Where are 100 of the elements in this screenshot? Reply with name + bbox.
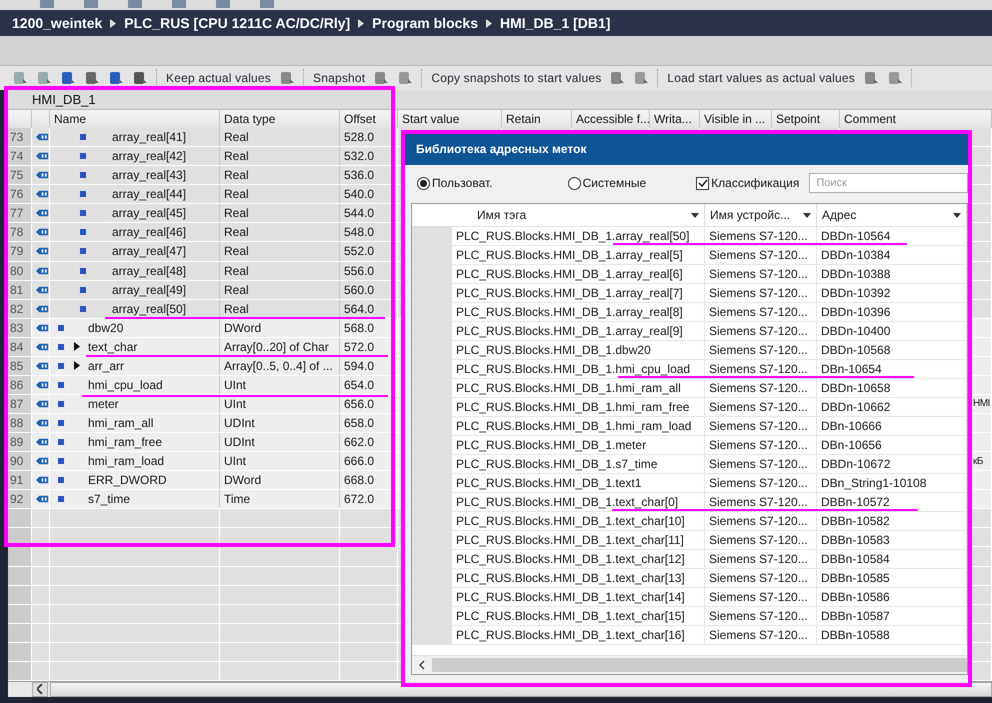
database-icon[interactable] (279, 70, 296, 86)
toolbar-button[interactable]: Load start values as actual values (667, 71, 855, 85)
member-bullet-icon (58, 344, 64, 350)
tag-name[interactable]: PLC_RUS.Blocks.HMI_DB_1.hmi_ram_all (456, 381, 681, 395)
tag-icon (36, 322, 49, 333)
database-icon[interactable] (633, 70, 650, 86)
radio-button[interactable] (568, 176, 581, 190)
checkbox[interactable] (696, 176, 710, 190)
tag-icon (36, 456, 49, 466)
tag-name[interactable]: PLC_RUS.Blocks.HMI_DB_1.hmi_ram_free (456, 400, 690, 414)
row-number: 81 (8, 280, 32, 299)
member-bullet-icon (80, 286, 86, 293)
device-name: Siemens S7-120... (709, 362, 808, 376)
tag-name[interactable]: PLC_RUS.Blocks.HMI_DB_1.text1 (456, 476, 642, 490)
breadcrumb-item[interactable]: PLC_RUS [CPU 1211C AC/DC/Rly] (124, 15, 350, 31)
chevron-left-icon (37, 684, 43, 694)
comment-text: HMI, (973, 398, 991, 410)
tag-name[interactable]: PLC_RUS.Blocks.HMI_DB_1.text_char[14] (456, 590, 685, 604)
tag-name[interactable]: PLC_RUS.Blocks.HMI_DB_1.text_char[15] (456, 609, 685, 623)
database-icon[interactable] (887, 70, 903, 86)
data-type: DWord (224, 320, 262, 335)
database-icon[interactable] (373, 70, 390, 86)
tag-name[interactable]: PLC_RUS.Blocks.HMI_DB_1.array_real[8] (456, 305, 683, 319)
expand-arrow-icon[interactable] (72, 361, 80, 370)
column-header[interactable]: Имя тэга (457, 208, 526, 222)
toolbar-button[interactable]: Copy snapshots to start values (431, 71, 602, 85)
sort-arrow-icon[interactable] (691, 212, 699, 218)
scrollbar-thumb[interactable] (432, 658, 967, 672)
data-type: Real (224, 206, 249, 220)
tag-name[interactable]: PLC_RUS.Blocks.HMI_DB_1.dbw20 (456, 343, 651, 357)
tag-address: DBDn-10658 (821, 381, 890, 395)
row-number: 82 (8, 300, 32, 318)
device-name: Siemens S7-120... (709, 628, 808, 642)
variable-name: text_char (88, 340, 138, 354)
radio-button[interactable] (417, 176, 430, 190)
scroll-left-button[interactable] (32, 682, 48, 697)
tag-name[interactable]: PLC_RUS.Blocks.HMI_DB_1.text_char[12] (456, 552, 685, 566)
tag-name[interactable]: PLC_RUS.Blocks.HMI_DB_1.array_real[50] (456, 229, 690, 243)
device-name: Siemens S7-120... (709, 400, 808, 414)
chevron-right-icon (486, 18, 492, 28)
expand-arrow-icon[interactable] (72, 342, 80, 352)
member-bullet-icon (58, 324, 64, 331)
tag-name[interactable]: PLC_RUS.Blocks.HMI_DB_1.array_real[5] (456, 248, 683, 262)
toolbar-icon[interactable] (12, 70, 28, 86)
toolbar-icon[interactable] (84, 70, 100, 86)
toolbar-icon[interactable] (132, 70, 148, 86)
database-icon[interactable] (609, 70, 626, 86)
database-icon[interactable] (863, 70, 879, 86)
variable-name: hmi_ram_free (88, 435, 162, 450)
column-header[interactable]: Имя устройс... (710, 208, 790, 222)
member-bullet-icon (58, 420, 64, 426)
toolbar-icon[interactable] (60, 70, 76, 86)
device-name: Siemens S7-120... (709, 552, 808, 566)
tag-address: DBDn-10396 (821, 305, 890, 319)
toolbar-icon[interactable] (108, 70, 124, 86)
tag-name[interactable]: PLC_RUS.Blocks.HMI_DB_1.text_char[11] (456, 533, 684, 547)
data-type: Real (224, 225, 249, 240)
tag-name[interactable]: PLC_RUS.Blocks.HMI_DB_1.array_real[9] (456, 324, 683, 338)
tag-name[interactable]: PLC_RUS.Blocks.HMI_DB_1.hmi_cpu_load (456, 362, 690, 376)
toolbar-icon[interactable] (36, 70, 52, 86)
tag-icon (36, 360, 49, 371)
breadcrumb-item[interactable]: HMI_DB_1 [DB1] (500, 15, 610, 31)
database-icon[interactable] (397, 70, 414, 86)
tag-address: DBDn-10388 (821, 267, 890, 281)
tag-name[interactable]: PLC_RUS.Blocks.HMI_DB_1.array_real[7] (456, 286, 683, 300)
device-name: Siemens S7-120... (709, 305, 808, 319)
device-name: Siemens S7-120... (709, 609, 808, 623)
breadcrumb-item[interactable]: Program blocks (372, 15, 478, 31)
device-name: Siemens S7-120... (709, 571, 808, 585)
sort-arrow-icon[interactable] (953, 212, 961, 218)
offset-value: 528.0 (344, 130, 374, 144)
row-number: 73 (8, 128, 32, 146)
toolbar-button[interactable]: Keep actual values (166, 71, 272, 85)
offset-value: 532.0 (344, 149, 374, 164)
search-field[interactable]: Поиск (809, 173, 968, 193)
tag-name[interactable]: PLC_RUS.Blocks.HMI_DB_1.hmi_ram_load (456, 419, 692, 433)
tag-name[interactable]: PLC_RUS.Blocks.HMI_DB_1.text_char[0] (456, 495, 678, 509)
breadcrumb-item[interactable]: 1200_weintek (12, 15, 102, 31)
column-header[interactable]: Адрес (822, 208, 856, 222)
tag-name[interactable]: PLC_RUS.Blocks.HMI_DB_1.array_real[6] (456, 267, 683, 281)
row-number: 91 (8, 471, 32, 490)
toolbar-button[interactable]: Snapshot (313, 71, 366, 85)
data-type: UDInt (224, 416, 255, 430)
row-number: 74 (8, 147, 32, 166)
sort-arrow-icon[interactable] (803, 212, 811, 218)
comment-text: кБ (973, 456, 983, 467)
dialog-title: Библиотека адресных меток (416, 142, 586, 156)
tag-icon (36, 342, 49, 352)
tag-name[interactable]: PLC_RUS.Blocks.HMI_DB_1.s7_time (456, 457, 658, 471)
offset-value: 668.0 (344, 473, 374, 488)
tag-name[interactable]: PLC_RUS.Blocks.HMI_DB_1.text_char[16] (456, 628, 685, 642)
tag-name[interactable]: PLC_RUS.Blocks.HMI_DB_1.meter (456, 438, 646, 452)
tag-name[interactable]: PLC_RUS.Blocks.HMI_DB_1.text_char[13] (456, 571, 685, 585)
device-name: Siemens S7-120... (709, 533, 808, 547)
offset-value: 544.0 (344, 206, 374, 220)
tag-icon (36, 132, 49, 142)
member-bullet-icon (58, 439, 64, 446)
radio-label: Системные (582, 176, 646, 190)
tag-name[interactable]: PLC_RUS.Blocks.HMI_DB_1.text_char[10] (456, 514, 685, 528)
data-type: Real (224, 187, 249, 202)
